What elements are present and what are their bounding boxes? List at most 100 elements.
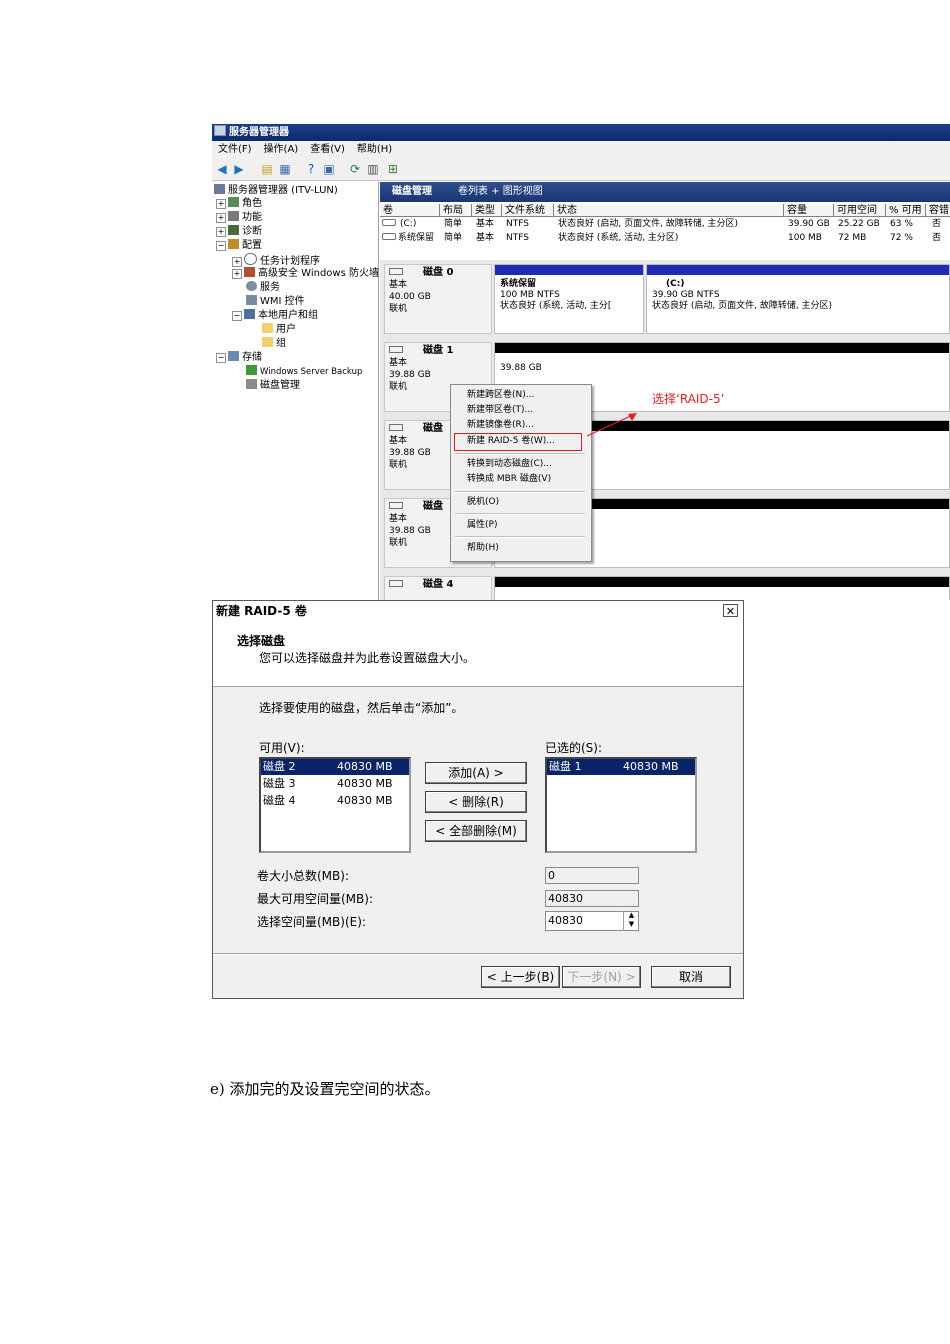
disk-label-0[interactable]: 磁盘 0 基本 40.00 GB 联机	[384, 264, 492, 334]
column-header-capacity[interactable]: 容量	[784, 204, 834, 217]
menu-file[interactable]: 文件(F)	[218, 144, 252, 155]
tree-item-backup[interactable]: Windows Server Backup	[246, 365, 362, 379]
tree-item-services[interactable]: 服务	[246, 281, 280, 294]
tree-item-storage[interactable]: − 存储	[216, 351, 262, 364]
up-folder-icon[interactable]: ▤	[260, 162, 274, 176]
tree-item-features[interactable]: + 功能	[216, 211, 262, 224]
add-button[interactable]: 添加(A) >	[425, 762, 527, 784]
cell-fault: 否	[932, 233, 942, 243]
remove-button[interactable]: < 删除(R)	[425, 791, 527, 813]
properties-icon[interactable]: ▥	[366, 162, 380, 176]
expand-icon[interactable]: +	[232, 269, 242, 279]
menu-item-new-raid5[interactable]: 新建 RAID-5 卷(W)...	[467, 434, 555, 448]
menu-item-new-spanned[interactable]: 新建跨区卷(N)...	[467, 388, 534, 402]
refresh-icon[interactable]: ⟳	[348, 162, 362, 176]
toolbar: ◀ ▶ ▤ ▦ ? ▣ ⟳ ▥ ⊞	[212, 158, 950, 181]
cell-fault: 否	[932, 219, 942, 229]
close-icon[interactable]: ✕	[723, 604, 738, 618]
tree-item-diagnostics[interactable]: + 诊断	[216, 225, 262, 238]
forward-arrow-icon[interactable]: ▶	[232, 162, 246, 176]
list-item[interactable]: 磁盘 2 40830 MB	[261, 759, 409, 775]
list-item[interactable]: 磁盘 1 40830 MB	[547, 759, 695, 775]
menu-item-offline[interactable]: 脱机(O)	[467, 495, 499, 509]
back-button[interactable]: < 上一步(B)	[481, 966, 560, 988]
column-header-type[interactable]: 类型	[472, 204, 502, 217]
partition-info: (C:) 39.90 GB NTFS 状态良好 (启动, 页面文件, 故障转储, 主…	[652, 279, 833, 311]
menu-help[interactable]: 帮助(H)	[357, 144, 392, 155]
disk-label-4[interactable]: 磁盘 4	[384, 576, 492, 600]
collapse-icon[interactable]: −	[216, 353, 226, 363]
console-icon[interactable]: ▣	[322, 162, 336, 176]
column-header-status[interactable]: 状态	[554, 204, 784, 217]
tree-item-task-scheduler[interactable]: + 任务计划程序	[232, 253, 320, 268]
partition-c-drive[interactable]: (C:) 39.90 GB NTFS 状态良好 (启动, 页面文件, 故障转储, 主…	[646, 264, 950, 334]
unallocated-bar	[495, 577, 949, 587]
select-space-label: 选择空间量(MB)(E):	[257, 915, 366, 929]
cell-type: 基本	[476, 233, 495, 243]
header-view-mode: 卷列表 + 图形视图	[458, 186, 543, 197]
disk-context-menu: 新建跨区卷(N)... 新建带区卷(T)... 新建镜像卷(R)... 新建 R…	[450, 384, 592, 562]
cell-capacity: 39.90 GB	[788, 219, 830, 229]
table-row[interactable]: 系统保留	[382, 231, 434, 245]
cell-layout: 简单	[444, 233, 463, 243]
show-hide-tree-icon[interactable]: ▦	[278, 162, 292, 176]
menu-item-properties[interactable]: 属性(P)	[467, 518, 497, 532]
tree-item-configuration[interactable]: − 配置	[216, 239, 262, 252]
column-header-pct-free[interactable]: % 可用	[886, 204, 926, 217]
back-arrow-icon[interactable]: ◀	[215, 162, 229, 176]
column-header-free[interactable]: 可用空间	[834, 204, 886, 217]
tree-item-local-users[interactable]: − 本地用户和组	[232, 309, 318, 322]
partition-system-reserved[interactable]: 系统保留 100 MB NTFS 状态良好 (系统, 活动, 主分[	[494, 264, 644, 334]
dialog-title-bar: 新建 RAID-5 卷	[213, 601, 743, 622]
services-gear-icon	[246, 281, 257, 291]
list-item[interactable]: 磁盘 4 40830 MB	[261, 793, 409, 809]
tree-item-wmi[interactable]: WMI 控件	[246, 295, 305, 308]
help-icon[interactable]: ?	[304, 162, 318, 176]
column-header-volume[interactable]: 卷	[380, 204, 440, 217]
export-icon[interactable]: ⊞	[386, 162, 400, 176]
disk4-unallocated[interactable]	[494, 576, 950, 600]
expand-icon[interactable]: +	[216, 227, 226, 237]
selected-disks-list[interactable]: 磁盘 1 40830 MB	[545, 757, 697, 853]
column-header-filesystem[interactable]: 文件系统	[502, 204, 554, 217]
tree-item-roles[interactable]: + 角色	[216, 197, 262, 210]
tree-item-disk-management[interactable]: 磁盘管理	[246, 379, 300, 392]
spin-down-icon[interactable]: ▼	[624, 920, 639, 929]
list-item[interactable]: 磁盘 3 40830 MB	[261, 776, 409, 792]
tree-item-root[interactable]: 服务器管理器 (ITV-LUN)	[214, 184, 338, 197]
menu-item-convert-dynamic[interactable]: 转换到动态磁盘(C)...	[467, 457, 552, 471]
expand-icon[interactable]: +	[232, 257, 242, 267]
menu-item-new-striped[interactable]: 新建带区卷(T)...	[467, 403, 533, 417]
collapse-icon[interactable]: −	[216, 241, 226, 251]
selected-label: 已选的(S):	[545, 741, 603, 755]
tree-item-groups[interactable]: 组	[262, 337, 286, 350]
document-caption: e) 添加完的及设置完空间的状态。	[210, 1080, 440, 1098]
column-header-layout[interactable]: 布局	[440, 204, 472, 217]
max-space-label: 最大可用空间量(MB):	[257, 892, 373, 906]
tree-item-firewall[interactable]: + 高级安全 Windows 防火墙	[232, 267, 379, 280]
available-disks-list[interactable]: 磁盘 2 40830 MB 磁盘 3 40830 MB 磁盘 4 40830 MB	[259, 757, 411, 853]
remove-all-button[interactable]: < 全部删除(M)	[425, 820, 527, 842]
window-title: 服务器管理器	[229, 127, 289, 138]
tree-item-users[interactable]: 用户	[262, 323, 296, 336]
collapse-icon[interactable]: −	[232, 311, 242, 321]
menu-action[interactable]: 操作(A)	[264, 144, 299, 155]
total-size-field: 0	[545, 867, 639, 884]
space-spinner[interactable]: ▲ ▼	[623, 911, 639, 931]
cell-free: 25.22 GB	[838, 219, 880, 229]
menu-view[interactable]: 查看(V)	[310, 144, 345, 155]
server-manager-icon	[214, 125, 226, 136]
dialog-title: 新建 RAID-5 卷	[216, 604, 307, 618]
spin-up-icon[interactable]: ▲	[624, 911, 639, 920]
menu-item-new-mirrored[interactable]: 新建镜像卷(R)...	[467, 418, 534, 432]
cancel-button[interactable]: 取消	[651, 966, 731, 988]
table-row[interactable]: (C:)	[382, 217, 416, 231]
column-header-fault[interactable]: 容错	[926, 204, 950, 217]
expand-icon[interactable]: +	[216, 199, 226, 209]
menu-item-help[interactable]: 帮助(H)	[467, 541, 499, 555]
expand-icon[interactable]: +	[216, 213, 226, 223]
cell-status: 状态良好 (启动, 页面文件, 故障转储, 主分区)	[558, 219, 739, 229]
menu-item-convert-mbr[interactable]: 转换成 MBR 磁盘(V)	[467, 472, 551, 486]
next-button[interactable]: 下一步(N) >	[562, 966, 641, 988]
disk-icon	[389, 268, 403, 275]
